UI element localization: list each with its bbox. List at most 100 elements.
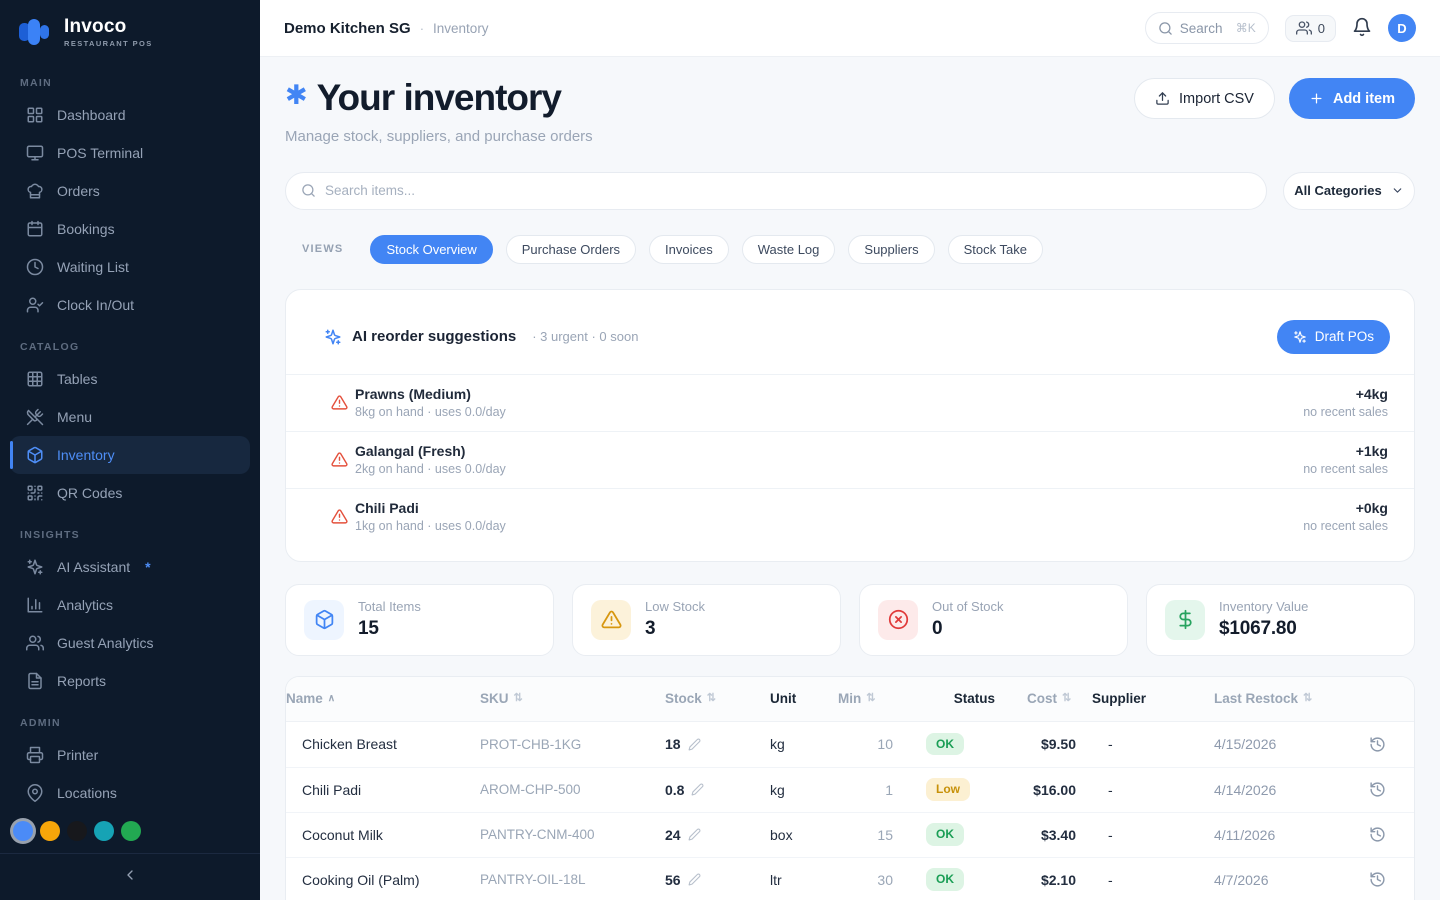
col-sku[interactable]: SKU bbox=[480, 691, 665, 706]
chevron-down-icon bbox=[1391, 184, 1404, 197]
search-icon bbox=[1158, 21, 1173, 36]
sidebar-item-dashboard[interactable]: Dashboard bbox=[10, 96, 250, 134]
new-badge: * bbox=[145, 559, 150, 575]
sidebar-item-reports[interactable]: Reports bbox=[10, 662, 250, 700]
topbar: Demo Kitchen SG · Inventory Search ⌘K 0 … bbox=[260, 0, 1440, 57]
section-label-main: MAIN bbox=[20, 77, 260, 89]
sidebar-item-printer[interactable]: Printer bbox=[10, 736, 250, 774]
col-name[interactable]: Name bbox=[286, 691, 480, 706]
dollar-icon bbox=[1175, 609, 1196, 630]
stock-cell[interactable]: 56 bbox=[665, 872, 770, 888]
stock-cell[interactable]: 0.8 bbox=[665, 782, 770, 798]
sidebar-item-qr-codes[interactable]: QR Codes bbox=[10, 474, 250, 512]
online-users-button[interactable]: 0 bbox=[1285, 15, 1336, 42]
sort-icon bbox=[1062, 693, 1071, 704]
sidebar-item-inventory[interactable]: Inventory bbox=[10, 436, 250, 474]
item-cost: $3.40 bbox=[1011, 827, 1092, 843]
theme-dot-blue[interactable] bbox=[13, 821, 33, 841]
reorder-suggestion-row[interactable]: Galangal (Fresh) 2kg on hand · uses 0.0/… bbox=[286, 431, 1414, 488]
item-unit: kg bbox=[770, 736, 838, 752]
tab-waste-log[interactable]: Waste Log bbox=[742, 235, 836, 264]
suggestion-note: no recent sales bbox=[1303, 405, 1388, 419]
global-search-button[interactable]: Search ⌘K bbox=[1145, 12, 1269, 44]
calendar-icon bbox=[26, 220, 44, 238]
draft-pos-button[interactable]: Draft POs bbox=[1277, 320, 1390, 354]
theme-dot-teal[interactable] bbox=[94, 821, 114, 841]
package-icon bbox=[26, 446, 44, 464]
item-name: Chicken Breast bbox=[286, 736, 480, 752]
sidebar-item-locations[interactable]: Locations bbox=[10, 774, 250, 812]
items-search-input[interactable] bbox=[325, 183, 1251, 198]
add-item-button[interactable]: Add item bbox=[1289, 78, 1415, 119]
sidebar-item-label: Analytics bbox=[57, 597, 113, 613]
sidebar-item-guest-analytics[interactable]: Guest Analytics bbox=[10, 624, 250, 662]
history-icon bbox=[1369, 781, 1386, 798]
item-sku: PROT-CHB-1KG bbox=[480, 737, 665, 752]
tab-stock-take[interactable]: Stock Take bbox=[948, 235, 1043, 264]
tab-suppliers[interactable]: Suppliers bbox=[848, 235, 934, 264]
table-row[interactable]: Chili Padi AROM-CHP-500 0.8 kg 1 Low $16… bbox=[286, 767, 1414, 812]
sparkles-icon bbox=[1293, 330, 1307, 344]
stat-label: Low Stock bbox=[645, 599, 705, 614]
stock-cell[interactable]: 24 bbox=[665, 827, 770, 843]
sidebar-item-label: POS Terminal bbox=[57, 145, 143, 161]
theme-dot-orange[interactable] bbox=[40, 821, 60, 841]
import-csv-button[interactable]: Import CSV bbox=[1134, 78, 1275, 119]
history-button[interactable] bbox=[1369, 826, 1386, 843]
sidebar-item-label: Dashboard bbox=[57, 107, 126, 123]
tab-purchase-orders[interactable]: Purchase Orders bbox=[506, 235, 636, 264]
theme-dot-green[interactable] bbox=[121, 821, 141, 841]
avatar[interactable]: D bbox=[1388, 14, 1416, 42]
col-cost[interactable]: Cost bbox=[1011, 691, 1092, 706]
brand: Invoco RESTAURANT POS bbox=[0, 0, 260, 60]
breadcrumb-separator: · bbox=[420, 21, 424, 36]
suggestion-item-name: Galangal (Fresh) bbox=[355, 443, 506, 459]
sidebar-item-bookings[interactable]: Bookings bbox=[10, 210, 250, 248]
sidebar-item-label: Guest Analytics bbox=[57, 635, 154, 651]
sidebar-item-analytics[interactable]: Analytics bbox=[10, 586, 250, 624]
col-last-restock[interactable]: Last Restock bbox=[1214, 691, 1341, 706]
sidebar-item-ai-assistant[interactable]: AI Assistant * bbox=[10, 548, 250, 586]
category-select[interactable]: All Categories bbox=[1283, 172, 1415, 210]
sidebar-item-menu[interactable]: Menu bbox=[10, 398, 250, 436]
sidebar-item-tables[interactable]: Tables bbox=[10, 360, 250, 398]
history-button[interactable] bbox=[1369, 781, 1386, 798]
history-button[interactable] bbox=[1369, 736, 1386, 753]
item-min: 30 bbox=[838, 872, 926, 888]
table-row[interactable]: Coconut Milk PANTRY-CNM-400 24 box 15 OK… bbox=[286, 812, 1414, 857]
collapse-sidebar-button[interactable] bbox=[122, 867, 138, 886]
stat-value: 15 bbox=[358, 618, 421, 640]
item-cost: $9.50 bbox=[1011, 736, 1092, 752]
items-search bbox=[285, 172, 1267, 210]
pencil-icon bbox=[691, 783, 704, 796]
sidebar-item-pos-terminal[interactable]: POS Terminal bbox=[10, 134, 250, 172]
bar-chart-icon bbox=[26, 596, 44, 614]
item-name: Chili Padi bbox=[286, 782, 480, 798]
sidebar-item-waiting-list[interactable]: Waiting List bbox=[10, 248, 250, 286]
notifications-button[interactable] bbox=[1352, 17, 1372, 40]
col-stock[interactable]: Stock bbox=[665, 691, 770, 706]
tab-stock-overview[interactable]: Stock Overview bbox=[370, 235, 492, 264]
history-button[interactable] bbox=[1369, 871, 1386, 888]
sidebar-item-orders[interactable]: Orders bbox=[10, 172, 250, 210]
reorder-suggestion-row[interactable]: Chili Padi 1kg on hand · uses 0.0/day +0… bbox=[286, 488, 1414, 545]
col-supplier: Supplier bbox=[1092, 691, 1214, 706]
location-name: Demo Kitchen SG bbox=[284, 20, 411, 37]
sidebar-nav: MAIN Dashboard POS Terminal Orders bbox=[0, 60, 260, 815]
table-row[interactable]: Chicken Breast PROT-CHB-1KG 18 kg 10 OK … bbox=[286, 722, 1414, 767]
table-icon bbox=[26, 370, 44, 388]
stock-cell[interactable]: 18 bbox=[665, 736, 770, 752]
theme-picker bbox=[0, 821, 260, 841]
page-title: ✱Your inventory bbox=[285, 78, 593, 119]
sidebar-item-clock-in-out[interactable]: Clock In/Out bbox=[10, 286, 250, 324]
ai-reorder-panel: AI reorder suggestions · 3 urgent · 0 so… bbox=[285, 289, 1415, 562]
sidebar-item-label: Printer bbox=[57, 747, 98, 763]
reorder-suggestion-row[interactable]: Prawns (Medium) 8kg on hand · uses 0.0/d… bbox=[286, 374, 1414, 431]
table-row[interactable]: Cooking Oil (Palm) PANTRY-OIL-18L 56 ltr… bbox=[286, 857, 1414, 900]
col-min[interactable]: Min bbox=[838, 691, 926, 706]
section-label-catalog: CATALOG bbox=[20, 341, 260, 353]
ai-panel-title: AI reorder suggestions bbox=[352, 328, 516, 345]
theme-dot-black[interactable] bbox=[67, 821, 87, 841]
sidebar-item-label: AI Assistant bbox=[57, 559, 130, 575]
tab-invoices[interactable]: Invoices bbox=[649, 235, 729, 264]
